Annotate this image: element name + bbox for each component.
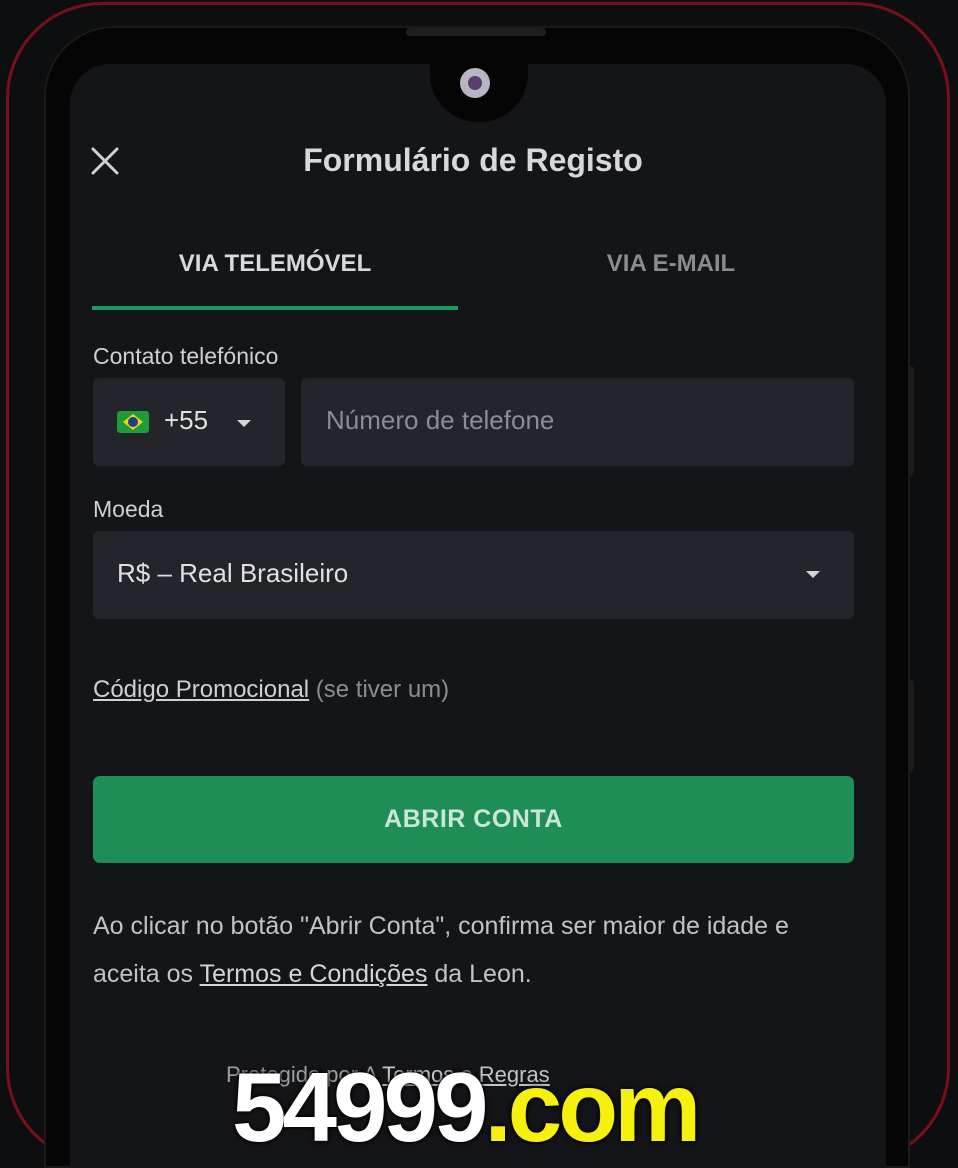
close-icon[interactable] — [90, 146, 120, 176]
side-volume-button — [908, 366, 914, 476]
side-power-button — [908, 680, 914, 772]
currency-label: Moeda — [93, 496, 164, 522]
page-title: Formulário de Registo — [303, 142, 643, 178]
chevron-down-icon — [237, 420, 251, 427]
open-account-button[interactable]: ABRIR CONTA — [93, 776, 854, 863]
dial-code-value: +55 — [164, 405, 209, 435]
tab-via-email[interactable]: VIA E-MAIL — [488, 250, 854, 278]
phone-number-placeholder: Número de telefone — [326, 405, 555, 435]
phone-label: Contato telefónico — [93, 343, 279, 369]
terms-conditions-link[interactable]: Termos e Condições — [200, 960, 428, 988]
legal-notice: Ao clicar no botão "Abrir Conta", confir… — [93, 902, 853, 998]
promo-code-link[interactable]: Código Promocional — [93, 676, 309, 703]
watermark-number: 54999 — [232, 1052, 489, 1162]
currency-selected-value: R$ – Real Brasileiro — [117, 558, 349, 588]
brazil-flag-icon — [117, 411, 149, 433]
earpiece-speaker — [406, 28, 546, 36]
active-tab-indicator — [92, 306, 458, 310]
promo-code-row: Código Promocional (se tiver um) — [93, 676, 449, 704]
tab-via-phone[interactable]: VIA TELEMÓVEL — [92, 250, 458, 278]
promo-code-hint: (se tiver um) — [315, 676, 450, 703]
site-watermark: 54999.com — [232, 1052, 702, 1162]
chevron-down-icon — [806, 571, 820, 578]
watermark-domain: .com — [484, 1052, 702, 1162]
legal-text-suffix: da Leon. — [427, 960, 532, 988]
front-camera-icon — [460, 68, 490, 98]
